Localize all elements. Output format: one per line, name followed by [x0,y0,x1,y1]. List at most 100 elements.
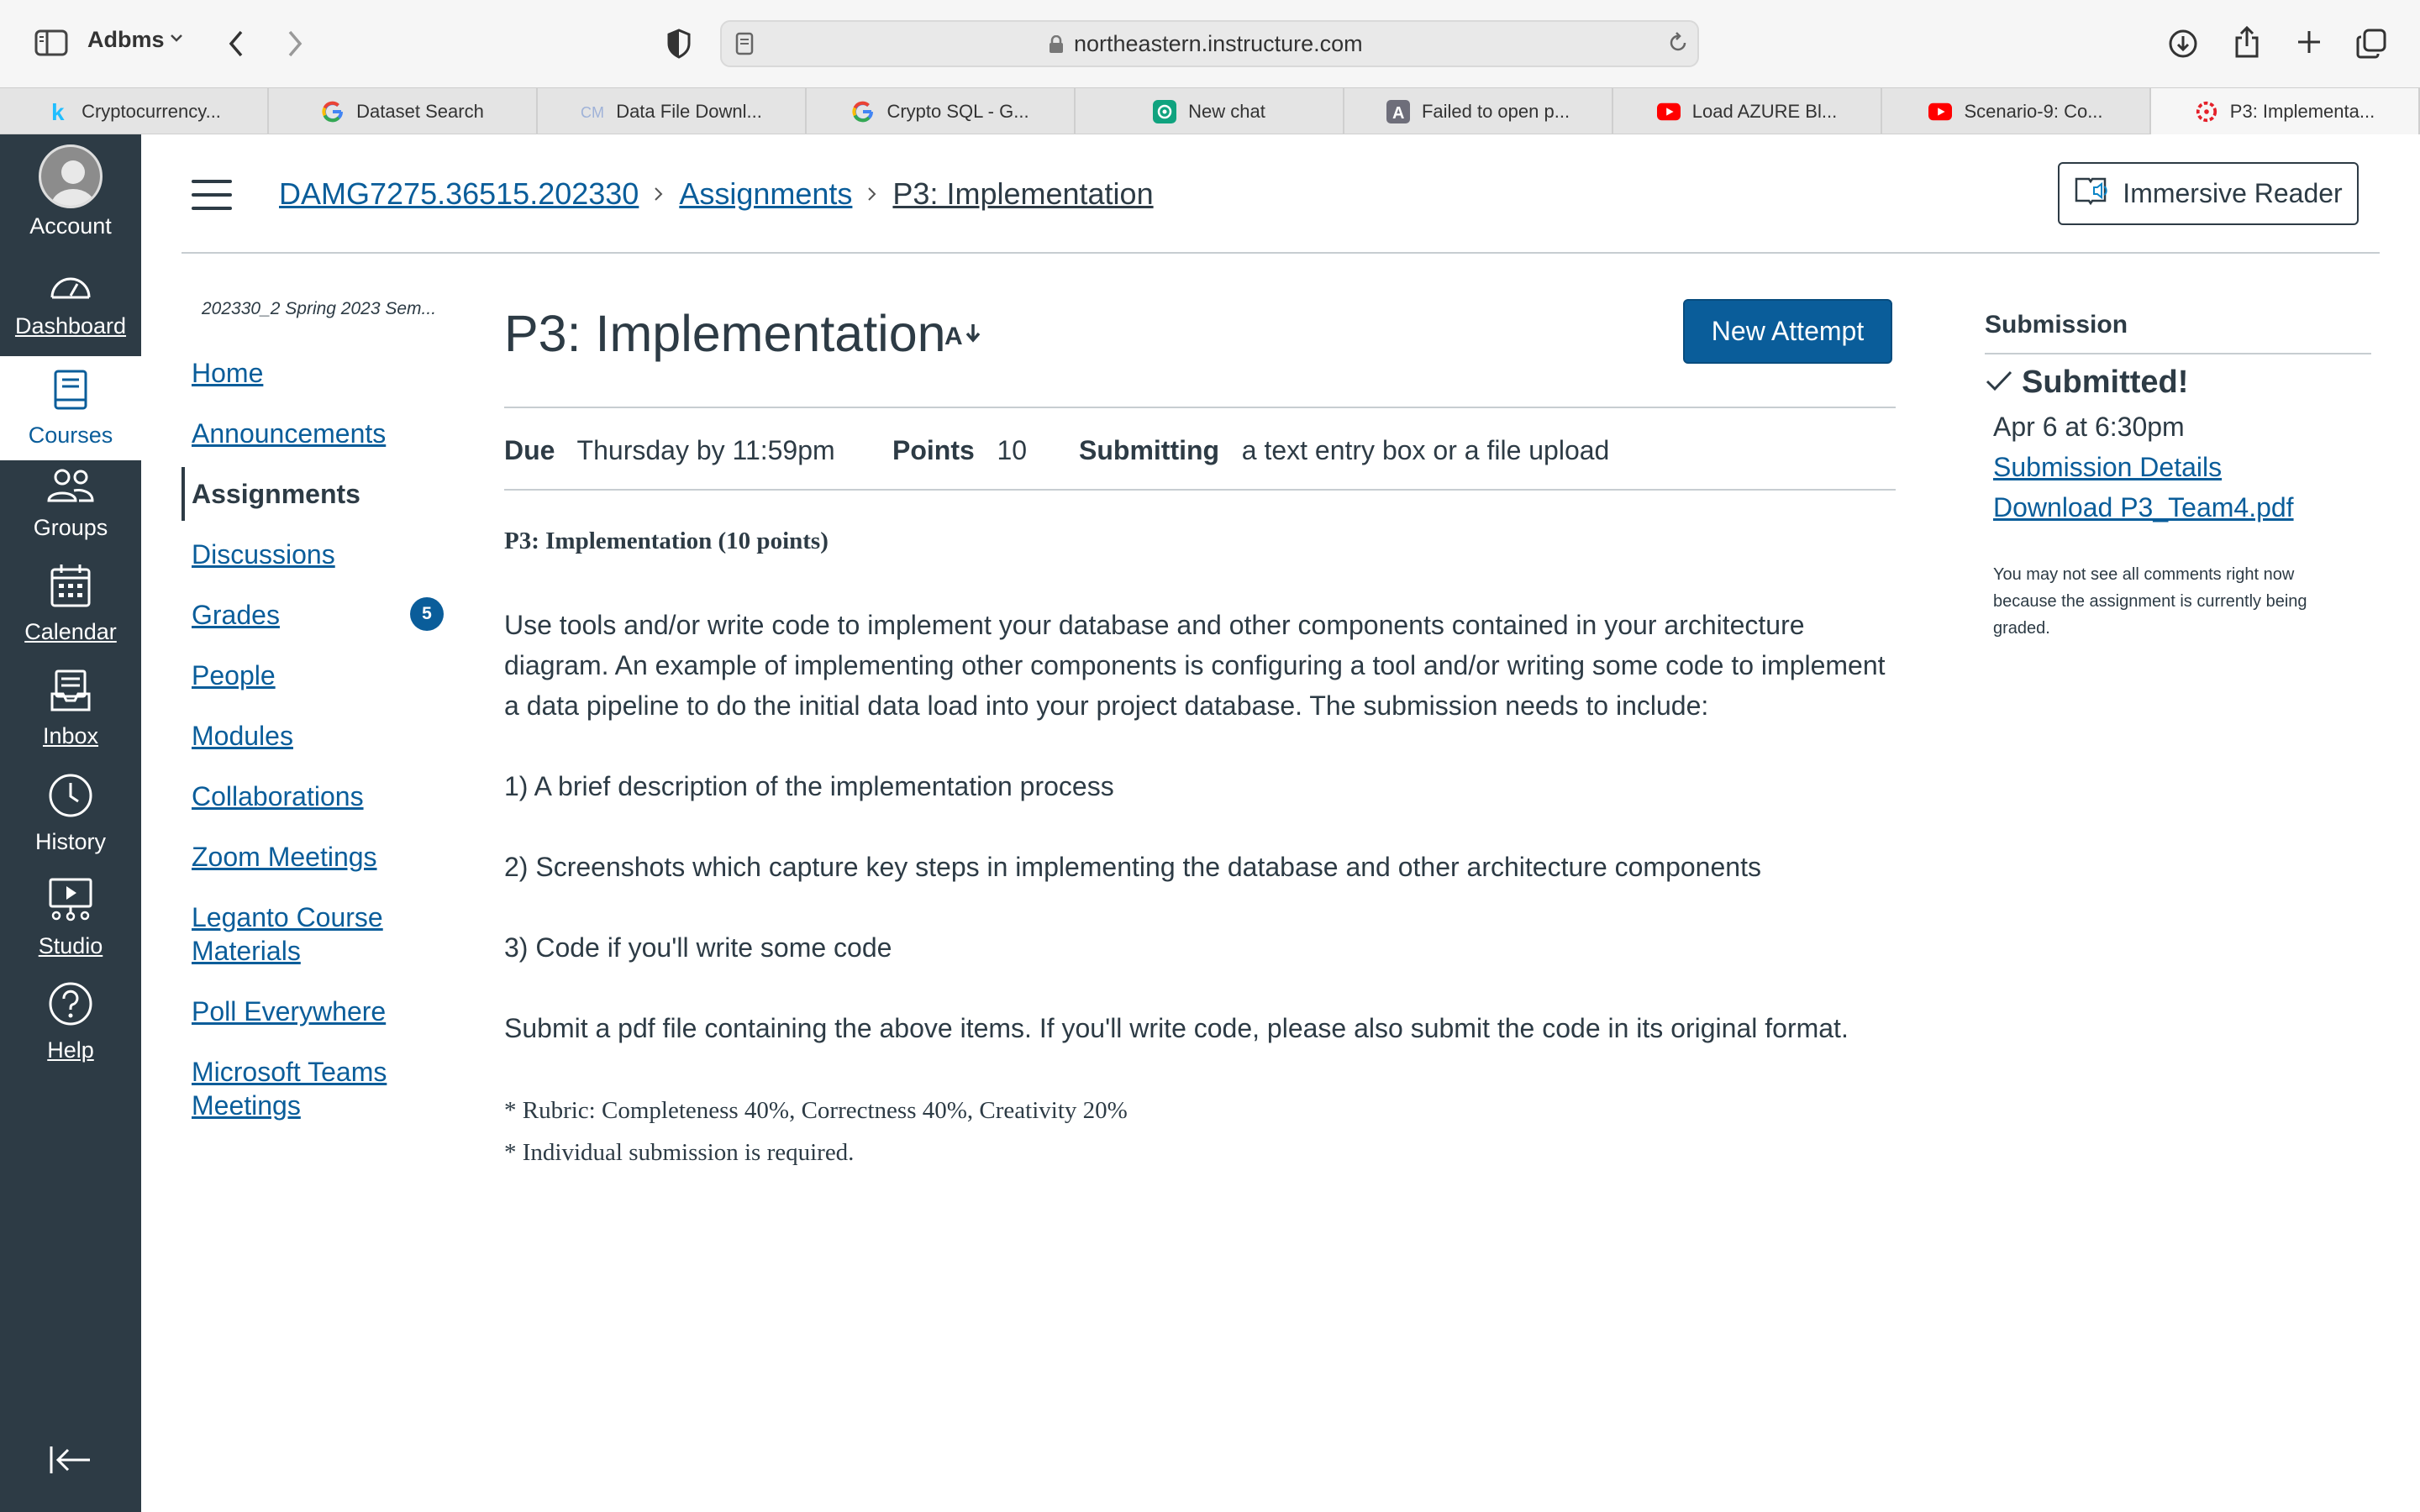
details-divider-bottom [504,489,1896,491]
reload-icon[interactable] [1665,30,1691,55]
tab-label: Scenario-9: Co... [1964,100,2103,122]
browser-toolbar: Adbms northeastern.instructure.com [0,0,2420,87]
browser-tab[interactable]: Dataset Search [269,88,538,134]
course-nav-poll-everywhere[interactable]: Poll Everywhere [192,995,386,1028]
privacy-shield-icon[interactable] [664,27,694,60]
forward-icon[interactable] [282,27,308,60]
avatar [39,144,103,208]
browser-tab[interactable]: k Cryptocurrency... [0,88,269,134]
due-value: Thursday by 11:59pm [576,435,835,465]
breadcrumb-assignments[interactable]: Assignments [679,176,852,212]
nav-courses[interactable]: Courses [0,356,141,460]
new-attempt-button[interactable]: New Attempt [1683,299,1892,364]
chatgpt-icon [1153,99,1177,123]
nav-dashboard[interactable]: Dashboard [0,269,141,339]
requirement-item: 2) Screenshots which capture key steps i… [504,852,1761,882]
breadcrumb: DAMG7275.36515.202330 Assignments P3: Im… [279,176,1154,212]
new-tab-icon[interactable] [2294,27,2324,57]
nav-label: Inbox [42,723,99,748]
details-divider-top [504,407,1896,408]
nav-history[interactable]: History [0,773,141,855]
collapse-nav-icon[interactable] [0,1445,141,1475]
nav-account[interactable]: Account [0,144,141,239]
nav-help[interactable]: Help [0,981,141,1063]
assignment-subheading: P3: Implementation (10 points) [504,528,829,554]
svg-text:A: A [1392,104,1404,123]
course-nav-teams[interactable]: Microsoft Teams Meetings [192,1055,387,1122]
course-nav-assignments[interactable]: Assignments [192,477,360,511]
canvas-icon [2195,100,2218,123]
youtube-icon [1656,100,1681,123]
share-icon[interactable] [2232,24,2262,60]
tab-overview-icon[interactable] [2354,27,2388,60]
sidebar-toggle-icon[interactable] [34,29,69,57]
svg-text:CM: CM [581,104,604,120]
course-nav-grades[interactable]: Grades [192,598,280,632]
tab-label: Data File Downl... [616,100,762,122]
individual-note: * Individual submission is required. [504,1139,855,1166]
course-nav-zoom-meetings[interactable]: Zoom Meetings [192,840,377,874]
due-label: Due [504,435,555,465]
browser-tab[interactable]: A Failed to open p... [1344,88,1613,134]
url-text[interactable]: northeastern.instructure.com [1074,31,1363,57]
nav-line: Meetings [192,1090,301,1121]
course-nav-discussions[interactable]: Discussions [192,538,335,571]
tab-label: Load AZURE Bl... [1691,100,1838,122]
letter-a-icon: A [1386,99,1410,123]
cm-icon: CM [581,100,604,123]
browser-tab[interactable]: New chat [1076,88,1344,134]
lock-icon [1047,34,1065,55]
browser-tab[interactable]: CM Data File Downl... [538,88,807,134]
points-label: Points [892,435,975,465]
active-indicator [182,467,185,521]
history-clock-icon [48,773,93,824]
tab-bar: k Cryptocurrency... Dataset Search CM Da… [0,87,2420,134]
nav-line: Microsoft Teams [192,1057,387,1087]
course-nav-people[interactable]: People [192,659,276,692]
submission-details-link[interactable]: Submission Details [1993,452,2222,483]
course-nav-modules[interactable]: Modules [192,719,293,753]
submission-divider [1985,353,2371,354]
nav-inbox[interactable]: Inbox [0,669,141,749]
tab-label: Cryptocurrency... [82,100,221,122]
nav-label: Help [47,1037,94,1063]
course-nav-leganto[interactable]: Leganto Course Materials [192,900,383,968]
course-nav-announcements[interactable]: Announcements [192,417,386,450]
download-submission-link[interactable]: Download P3_Team4.pdf [1993,492,2294,523]
reader-mode-icon[interactable] [733,30,756,57]
profile-name[interactable]: Adbms [87,27,165,53]
nav-groups[interactable]: Groups [0,467,141,541]
header-divider [182,252,2380,254]
grades-count-badge: 5 [410,597,444,631]
immersive-reader-button[interactable]: Immersive Reader [2058,162,2359,225]
nav-label: Studio [38,933,103,958]
browser-tab-active[interactable]: P3: Implementa... [2151,88,2420,134]
back-icon[interactable] [224,27,249,60]
submission-status: Submitted! [1985,365,2188,401]
inbox-icon [50,669,92,718]
groups-icon [45,467,96,510]
chevron-down-icon[interactable] [170,32,183,47]
youtube-icon [1928,100,1953,123]
nav-calendar[interactable]: Calendar [0,563,141,645]
course-nav-collaborations[interactable]: Collaborations [192,780,364,813]
browser-tab[interactable]: Scenario-9: Co... [1882,88,2151,134]
browser-tab[interactable]: Crypto SQL - G... [807,88,1076,134]
submission-heading: Submission [1985,311,2128,339]
course-nav-home[interactable]: Home [192,356,263,390]
courses-icon [52,368,89,417]
tab-label: New chat [1188,100,1265,122]
download-icon[interactable] [2166,27,2200,60]
rubric-text: * Rubric: Completeness 40%, Correctness … [504,1097,1128,1124]
browser-tab[interactable]: Load AZURE Bl... [1613,88,1882,134]
google-icon [851,100,875,123]
nav-studio[interactable]: Studio [0,877,141,959]
course-menu-toggle[interactable] [192,180,232,210]
immersive-reader-small-icon[interactable]: A [944,319,983,352]
points-info: Points 10 [892,435,1027,466]
immersive-reader-icon [2074,176,2123,213]
submitting-label: Submitting [1079,435,1220,465]
requirement-item: 3) Code if you'll write some code [504,932,892,963]
breadcrumb-current[interactable]: P3: Implementation [892,176,1153,212]
breadcrumb-course[interactable]: DAMG7275.36515.202330 [279,176,639,212]
